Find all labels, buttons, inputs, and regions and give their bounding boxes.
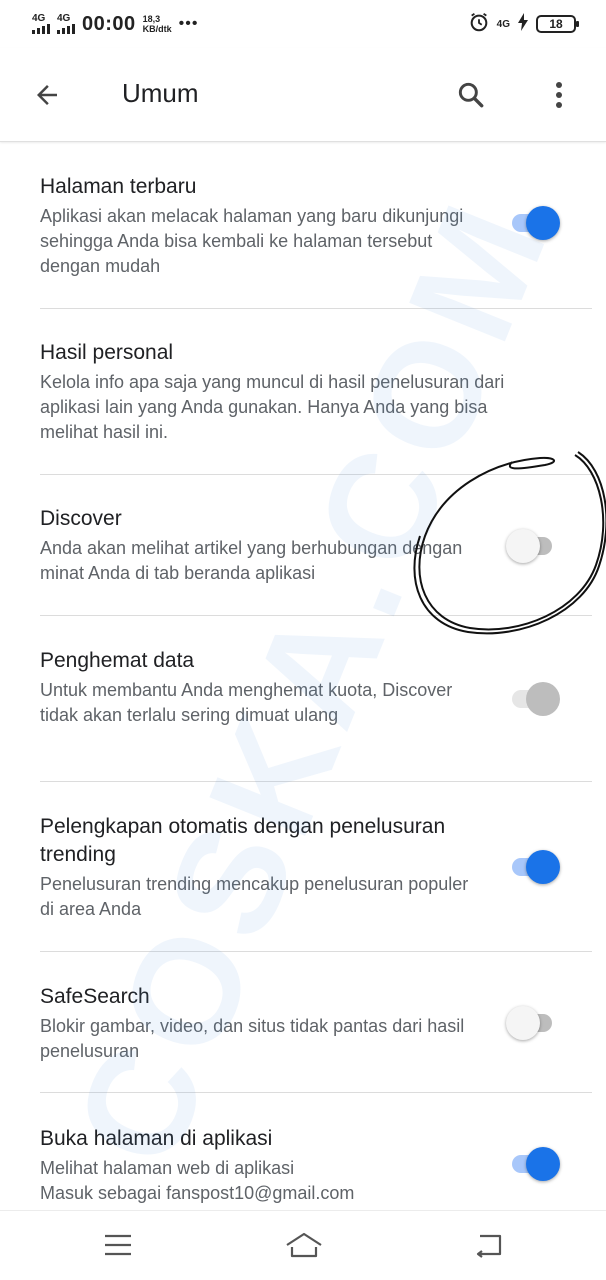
setting-text: SafeSearch Blokir gambar, video, dan sit… <box>40 983 480 1064</box>
setting-text: Hasil personal Kelola info apa saja yang… <box>40 339 504 445</box>
setting-title: Hasil personal <box>40 341 174 364</box>
sim1-label: 4G <box>32 13 46 24</box>
setting-data-saver[interactable]: Penghemat data Untuk membantu Anda mengh… <box>0 647 606 777</box>
network-speed-unit: KB/dtk <box>142 24 172 34</box>
sim2-signal: 4G <box>57 14 75 34</box>
back-button[interactable] <box>26 74 68 116</box>
setting-personal-results[interactable]: Hasil personal Kelola info apa saja yang… <box>0 339 606 469</box>
divider <box>40 951 592 952</box>
divider <box>40 308 592 309</box>
toggle-thumb <box>526 1147 560 1181</box>
setting-description: Melihat halaman web di aplikasi <box>40 1158 295 1178</box>
setting-text: Penghemat data Untuk membantu Anda mengh… <box>40 647 480 728</box>
search-button[interactable] <box>450 74 492 116</box>
setting-title: Pelengkapan otomatis dengan penelusuran … <box>40 815 446 866</box>
data-saver-toggle[interactable] <box>506 682 560 716</box>
setting-title: Discover <box>40 507 122 530</box>
system-nav-bar <box>0 1210 606 1280</box>
setting-title: Halaman terbaru <box>40 175 197 198</box>
sim2-label: 4G <box>57 13 71 24</box>
setting-open-in-app[interactable]: Buka halaman di aplikasi Melihat halaman… <box>0 1125 606 1215</box>
account-line: Masuk sebagai fanspost10@gmail.com <box>40 1183 355 1203</box>
more-notifications-icon: ••• <box>178 15 199 32</box>
status-bar: 4G 4G 00:00 18,3 KB/dtk ••• 4G 18 <box>0 0 606 48</box>
battery-icon: 18 <box>536 15 579 33</box>
status-left: 4G 4G 00:00 18,3 KB/dtk ••• <box>32 13 198 36</box>
toggle-thumb <box>506 1006 540 1040</box>
search-icon <box>458 82 484 108</box>
trending-autocomplete-toggle[interactable] <box>506 850 560 884</box>
setting-description: Anda akan melihat artikel yang berhubung… <box>40 538 463 583</box>
nav-home-button[interactable] <box>282 1225 326 1265</box>
recent-pages-toggle[interactable] <box>506 206 560 240</box>
app-bar: Umum <box>0 48 606 142</box>
open-in-app-toggle[interactable] <box>506 1147 560 1181</box>
toggle-thumb <box>526 206 560 240</box>
setting-text: Buka halaman di aplikasi Melihat halaman… <box>40 1125 480 1206</box>
back-icon <box>476 1234 502 1258</box>
setting-title: SafeSearch <box>40 985 150 1008</box>
alarm-icon <box>468 11 490 38</box>
menu-icon <box>105 1234 131 1256</box>
divider <box>40 1092 592 1093</box>
toggle-thumb <box>526 850 560 884</box>
home-icon <box>286 1232 322 1258</box>
setting-text: Pelengkapan otomatis dengan penelusuran … <box>40 813 480 922</box>
more-options-button[interactable] <box>538 74 580 116</box>
setting-discover[interactable]: Discover Anda akan melihat artikel yang … <box>0 505 606 615</box>
battery-level: 18 <box>549 17 563 31</box>
divider <box>40 615 592 616</box>
arrow-left-icon <box>37 85 57 105</box>
network-speed-value: 18,3 <box>142 14 161 24</box>
setting-text: Discover Anda akan melihat artikel yang … <box>40 505 480 586</box>
setting-description: Penelusuran trending mencakup penelusura… <box>40 874 469 919</box>
setting-recent-pages[interactable]: Halaman terbaru Aplikasi akan melacak ha… <box>0 173 606 313</box>
nav-back-button[interactable] <box>466 1225 510 1265</box>
status-right: 4G 18 <box>468 11 579 38</box>
toggle-thumb <box>526 682 560 716</box>
more-vert-icon <box>556 82 562 108</box>
divider <box>40 474 592 475</box>
status-time: 00:00 <box>82 12 136 35</box>
setting-title: Penghemat data <box>40 649 195 672</box>
safesearch-toggle[interactable] <box>506 1006 560 1040</box>
page-title: Umum <box>122 78 199 108</box>
setting-description: Kelola info apa saja yang muncul di hasi… <box>40 372 505 442</box>
signal-bars-icon <box>57 24 75 34</box>
setting-description: Aplikasi akan melacak halaman yang baru … <box>40 206 464 276</box>
toggle-thumb <box>506 529 540 563</box>
setting-trending-autocomplete[interactable]: Pelengkapan otomatis dengan penelusuran … <box>0 813 606 953</box>
divider <box>40 781 592 782</box>
discover-toggle[interactable] <box>506 529 560 563</box>
signal-bars-icon <box>32 24 50 34</box>
right-network-label: 4G <box>496 18 510 30</box>
network-speed: 18,3 KB/dtk <box>143 14 172 34</box>
setting-title: Buka halaman di aplikasi <box>40 1127 273 1150</box>
setting-safesearch[interactable]: SafeSearch Blokir gambar, video, dan sit… <box>0 983 606 1093</box>
nav-menu-button[interactable] <box>96 1225 140 1265</box>
setting-description: Blokir gambar, video, dan situs tidak pa… <box>40 1016 465 1061</box>
setting-description: Untuk membantu Anda menghemat kuota, Dis… <box>40 680 453 725</box>
charging-icon <box>517 12 529 36</box>
sim1-signal: 4G <box>32 14 50 34</box>
setting-text: Halaman terbaru Aplikasi akan melacak ha… <box>40 173 480 279</box>
